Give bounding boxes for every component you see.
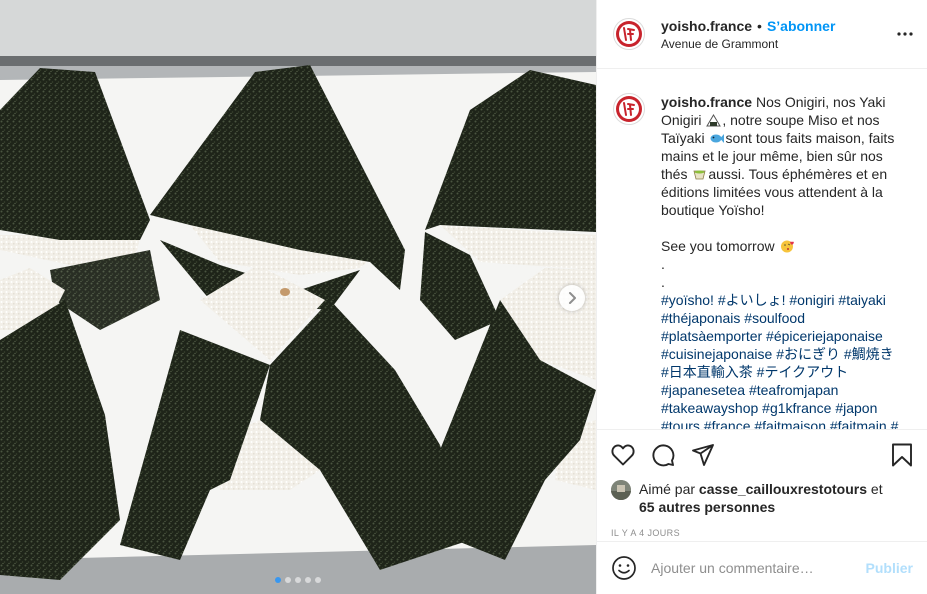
share-icon (692, 444, 714, 466)
hashtag-line[interactable]: #platsàemporter #épiceriejaponaise (661, 327, 897, 345)
likes-and: et (870, 481, 883, 497)
carousel-indicator (0, 577, 596, 583)
carousel-dot (295, 577, 301, 583)
caption-line: mains et le jour même, bien sûr nos (661, 148, 883, 164)
more-options-button[interactable] (897, 24, 913, 44)
liker-avatar[interactable] (611, 480, 631, 500)
onigiri-photo-image (0, 0, 596, 594)
caption-username[interactable]: yoisho.france (661, 94, 752, 110)
caption-line: yoisho.france Nos Onigiri, nos Yaki (661, 93, 897, 111)
caption-text: thés (661, 166, 688, 182)
caption-line: boutique Yoïsho! (661, 202, 765, 218)
caption-text: Onigiri (661, 112, 702, 128)
hashtag-line[interactable]: #théjaponais #soulfood (661, 309, 897, 327)
caption-line: thés aussi. Tous éphémères et en (661, 165, 897, 183)
caption-area: yoisho.france Nos Onigiri, nos Yaki Onigi… (597, 69, 927, 429)
hashtag-line[interactable]: #cuisinejaponaise #おにぎり #鯛焼き (661, 345, 897, 363)
share-button[interactable] (691, 440, 721, 470)
fish-emoji-icon (710, 134, 725, 143)
comment-input[interactable] (651, 560, 866, 576)
likes-prefix: Aimé par (639, 481, 696, 497)
post-location[interactable]: Avenue de Grammont (661, 37, 835, 51)
post-header: yoisho.france • S’abonner Avenue de Gram… (597, 0, 927, 69)
caption-text: Nos Onigiri, nos Yaki (756, 94, 886, 110)
caption-line: Onigiri , notre soupe Miso et nos (661, 111, 897, 129)
emoji-picker-icon[interactable] (611, 555, 637, 581)
caption-line: . (661, 256, 665, 272)
caption-text: Taïyaki (661, 130, 705, 146)
avatar[interactable] (613, 18, 645, 50)
caption-text: aussi. Tous éphémères et en (708, 166, 888, 182)
chevron-right-icon (569, 292, 576, 304)
caption-line: . (661, 274, 665, 290)
post-actions: Aimé par casse_caillouxrestotours et 65 … (597, 429, 927, 538)
separator-dot: • (757, 17, 762, 34)
liker-username[interactable]: casse_caillouxrestotours (699, 481, 867, 497)
instagram-post-modal: yoisho.france • S’abonner Avenue de Gram… (0, 0, 927, 594)
carousel-dot (285, 577, 291, 583)
like-button[interactable] (611, 440, 641, 470)
bookmark-icon (892, 443, 912, 467)
header-line: yoisho.france • S’abonner (661, 18, 835, 34)
post-username[interactable]: yoisho.france (661, 18, 752, 34)
comment-icon (652, 444, 675, 467)
hashtag-line[interactable]: #yoïsho! #よいしょ! #onigiri #taiyaki (661, 291, 897, 309)
caption-line: Taïyaki sont tous faits maison, faits (661, 129, 897, 147)
post-caption: yoisho.france Nos Onigiri, nos Yaki Onigi… (661, 93, 898, 429)
tea-emoji-icon (693, 170, 706, 180)
caption-line: See you tomorrow (661, 237, 897, 255)
comment-button[interactable] (651, 440, 681, 470)
save-button[interactable] (883, 440, 913, 470)
hashtag-line[interactable]: #tours #france #faitmaison #faitmain # (661, 417, 898, 429)
publish-button[interactable]: Publier (866, 560, 913, 576)
post-photo[interactable] (0, 0, 596, 594)
avatar[interactable] (613, 93, 645, 125)
action-icons (611, 440, 913, 470)
caption-text: , notre soupe Miso et nos (722, 112, 880, 128)
hashtag-line[interactable]: #japanesetea #teafromjapan (661, 381, 897, 399)
post-side-panel: yoisho.france • S’abonner Avenue de Gram… (596, 0, 927, 594)
kiss-face-emoji-icon (780, 240, 794, 253)
liker-photo-icon (611, 480, 631, 500)
carousel-dot (275, 577, 281, 583)
more-horizontal-icon (897, 32, 913, 36)
heart-icon (611, 444, 635, 466)
yoisho-logo-icon (613, 18, 645, 50)
rice-ball-emoji-icon (706, 114, 722, 127)
caption-line: éditions limitées vous attendent à la (661, 184, 883, 200)
header-text: yoisho.france • S’abonner Avenue de Gram… (661, 18, 835, 51)
carousel-dot (315, 577, 321, 583)
hashtags: #yoïsho! #よいしょ! #onigiri #taiyaki #théja… (661, 291, 898, 429)
likes-summary: Aimé par casse_caillouxrestotours et 65 … (611, 480, 913, 516)
likes-text: Aimé par casse_caillouxrestotours et 65 … (639, 480, 883, 516)
post-timestamp[interactable]: IL Y A 4 JOURS (611, 528, 913, 538)
next-slide-button[interactable] (559, 285, 585, 311)
hashtag-line[interactable]: #日本直輸入茶 #テイクアウト (661, 363, 897, 381)
hashtag-line[interactable]: #takeawayshop #g1kfrance #japon (661, 399, 897, 417)
comment-box: Publier (597, 541, 927, 594)
follow-button[interactable]: S’abonner (767, 18, 835, 34)
other-likes-link[interactable]: 65 autres personnes (639, 499, 775, 515)
caption-text: sont tous faits maison, faits (725, 130, 895, 146)
carousel-dot (305, 577, 311, 583)
caption-line (661, 219, 897, 237)
yoisho-logo-icon (613, 93, 645, 125)
caption-text: See you tomorrow (661, 238, 775, 254)
